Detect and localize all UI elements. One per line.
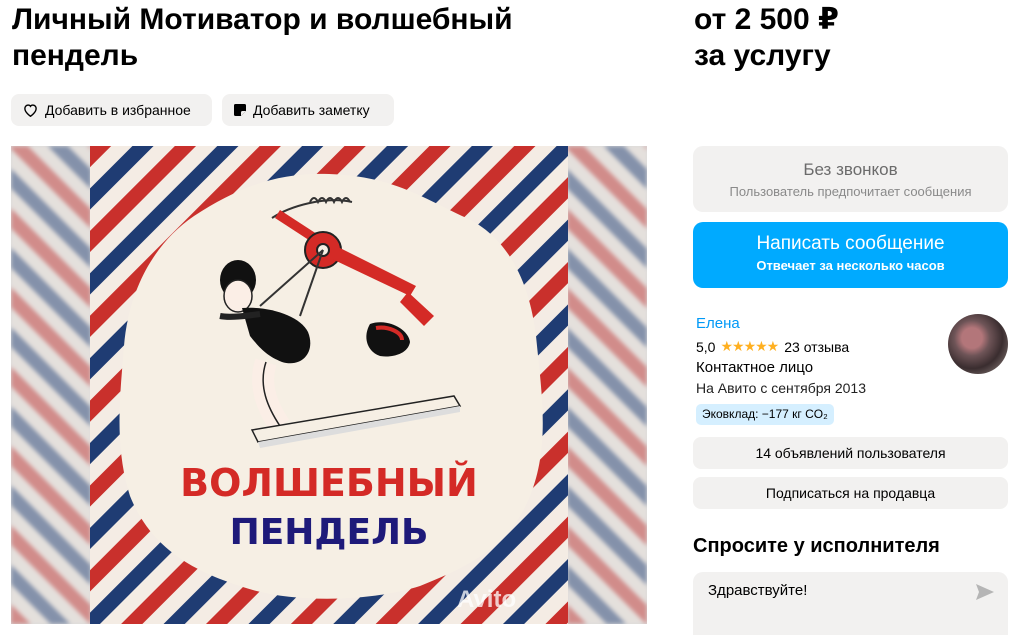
listing-main-image[interactable]: ВОЛШЕБНЫЙ ПЕНДЕЛЬ (90, 146, 568, 624)
favorite-label: Добавить в избранное (45, 102, 191, 118)
gallery-blur-left (11, 146, 91, 624)
rating-value: 5,0 (696, 338, 716, 355)
gallery-blur-right (567, 146, 647, 624)
send-icon[interactable] (976, 584, 994, 600)
ask-section-title: Спросите у исполнителя (693, 535, 940, 557)
reviews-link[interactable]: 23 отзыва (784, 339, 849, 355)
star-rating-icon: ★★★★★ (720, 338, 779, 354)
contact-role: Контактное лицо (696, 359, 814, 376)
price-unit: за услугу (694, 39, 831, 72)
message-button-subtitle: Отвечает за несколько часов (756, 258, 945, 273)
no-calls-subtitle: Пользователь предпочитает сообщения (729, 184, 972, 199)
listing-title: Личный Мотиватор и волшебный пендель (12, 3, 513, 72)
ask-message-input[interactable] (708, 582, 958, 622)
subscribe-seller-button[interactable]: Подписаться на продавца (693, 477, 1008, 509)
image-gallery[interactable]: ВОЛШЕБНЫЙ ПЕНДЕЛЬ Avito (11, 146, 647, 624)
note-label: Добавить заметку (253, 102, 370, 118)
seller-rating: 5,0 ★★★★★ 23 отзыва (696, 338, 849, 355)
member-since: На Авито с сентября 2013 (696, 380, 866, 396)
message-button-label: Написать сообщение (756, 233, 945, 254)
seller-avatar[interactable] (948, 314, 1008, 374)
note-icon (234, 104, 246, 116)
seller-ads-button[interactable]: 14 объявлений пользователя (693, 437, 1008, 469)
price: от 2 500 ₽ за услугу (694, 2, 839, 74)
eco-badge[interactable]: Эковклад: −177 кг CO₂ (696, 404, 834, 425)
heart-icon (24, 104, 37, 117)
add-note-button[interactable]: Добавить заметку (222, 94, 394, 126)
price-amount: от 2 500 ₽ (694, 3, 839, 36)
avito-watermark: Avito (457, 586, 517, 613)
image-headline-1: ВОЛШЕБНЫЙ (180, 461, 478, 505)
no-calls-notice: Без звонков Пользователь предпочитает со… (693, 146, 1008, 212)
ask-message-box (693, 572, 1008, 635)
seller-name-link[interactable]: Елена (696, 315, 740, 332)
add-to-favorites-button[interactable]: Добавить в избранное (11, 94, 212, 126)
no-calls-title: Без звонков (803, 160, 898, 179)
image-headline-2: ПЕНДЕЛЬ (230, 512, 429, 553)
write-message-button[interactable]: Написать сообщение Отвечает за несколько… (693, 222, 1008, 288)
